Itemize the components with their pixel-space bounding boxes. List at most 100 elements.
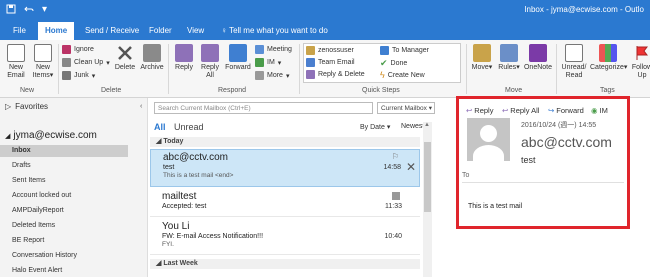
ignore-icon bbox=[62, 45, 71, 54]
filter-all[interactable]: All bbox=[154, 122, 166, 132]
delete-button[interactable]: Delete bbox=[113, 44, 137, 72]
sort-by-dropdown[interactable]: By Date ▾ bbox=[360, 123, 390, 131]
to-manager-icon bbox=[380, 46, 389, 55]
categorize-button[interactable]: Categorize▾ bbox=[590, 44, 627, 72]
group-label-delete: Delete bbox=[101, 87, 122, 94]
im-icon bbox=[255, 58, 264, 67]
onenote-icon bbox=[529, 44, 547, 62]
quick-step-team-email[interactable]: Team Email bbox=[306, 58, 355, 67]
group-label-quick-steps: Quick Steps bbox=[362, 87, 400, 94]
rules-button[interactable]: Rules▾ bbox=[497, 44, 521, 72]
collapse-pane-icon[interactable]: ‹ bbox=[140, 103, 142, 110]
save-icon[interactable] bbox=[6, 4, 16, 17]
im-button[interactable]: IM ▾ bbox=[255, 58, 281, 67]
quick-step-zenossuser[interactable]: zenossuser bbox=[306, 46, 354, 55]
reply-icon bbox=[175, 44, 193, 62]
message-subject: Accepted: test bbox=[162, 203, 207, 210]
collapse-arrow-icon: ◢ bbox=[5, 133, 11, 140]
group-separator bbox=[58, 44, 59, 94]
quick-step-create-new[interactable]: ϟ Create New bbox=[380, 70, 425, 80]
group-header-last-week[interactable]: ◢ Last Week bbox=[150, 259, 420, 269]
message-row[interactable]: abc@cctv.com test This is a test mail <e… bbox=[150, 149, 420, 187]
message-list-scrollbar[interactable]: ▲ bbox=[423, 122, 432, 277]
envelope-icon bbox=[7, 44, 25, 62]
group-separator bbox=[168, 44, 169, 94]
tab-home[interactable]: Home bbox=[38, 22, 75, 40]
follow-up-button[interactable]: Follow Up bbox=[627, 44, 650, 80]
tab-file[interactable]: File bbox=[6, 22, 33, 40]
message-row[interactable]: mailtest Accepted: test 11:33 bbox=[150, 189, 420, 217]
quick-steps-gallery: zenossuser Team Email Reply & Delete To … bbox=[303, 43, 461, 83]
ignore-button[interactable]: Ignore bbox=[62, 45, 94, 54]
tell-me-text: Tell me what you want to do bbox=[229, 26, 328, 35]
tab-view[interactable]: View bbox=[180, 22, 211, 40]
folder-inbox[interactable]: Inbox bbox=[0, 145, 128, 157]
folder-icon bbox=[306, 46, 315, 55]
junk-button[interactable]: Junk ▾ bbox=[62, 71, 95, 80]
quick-step-to-manager[interactable]: To Manager bbox=[380, 46, 429, 55]
lightbulb-icon: ♀ bbox=[221, 26, 227, 35]
highlight-box bbox=[456, 96, 630, 229]
archive-button[interactable]: Archive bbox=[139, 44, 165, 72]
tell-me-box[interactable]: ♀ Tell me what you want to do bbox=[214, 22, 335, 40]
qat-dropdown-icon[interactable]: ▾ bbox=[42, 4, 47, 17]
tab-folder[interactable]: Folder bbox=[142, 22, 179, 40]
message-subject: test bbox=[163, 164, 175, 171]
meeting-icon bbox=[255, 45, 264, 54]
undo-icon[interactable] bbox=[24, 4, 34, 17]
search-input[interactable]: Search Current Mailbox (Ctrl+E) bbox=[154, 102, 373, 114]
categorize-icon bbox=[599, 44, 617, 62]
account-header[interactable]: ◢ jyma@ecwise.com bbox=[5, 130, 97, 141]
folder-drafts[interactable]: Drafts bbox=[12, 162, 31, 169]
search-scope-dropdown[interactable]: Current Mailbox ▾ bbox=[377, 102, 435, 114]
ribbon-tabs: File Home Send / Receive Folder View ♀ T… bbox=[0, 22, 650, 40]
reply-all-icon bbox=[201, 44, 219, 62]
junk-icon bbox=[62, 71, 71, 80]
more-button[interactable]: More ▾ bbox=[255, 71, 289, 80]
cleanup-button[interactable]: Clean Up ▾ bbox=[62, 58, 110, 67]
filter-unread[interactable]: Unread bbox=[174, 122, 204, 132]
message-preview: This is a test mail <end> bbox=[163, 172, 234, 179]
onenote-button[interactable]: OneNote bbox=[523, 44, 553, 72]
folder-account-locked-out[interactable]: Account locked out bbox=[12, 192, 71, 199]
folder-conversation-history[interactable]: Conversation History bbox=[12, 252, 77, 259]
reply-button[interactable]: Reply bbox=[172, 44, 196, 72]
reply-delete-icon bbox=[306, 70, 315, 79]
message-time: 10:40 bbox=[384, 233, 402, 240]
meeting-button[interactable]: Meeting bbox=[255, 45, 292, 54]
unread-envelope-icon bbox=[565, 44, 583, 62]
forward-button[interactable]: Forward bbox=[224, 44, 252, 72]
move-button[interactable]: Move▾ bbox=[470, 44, 494, 72]
calendar-icon bbox=[392, 192, 400, 200]
reply-all-button[interactable]: Reply All bbox=[198, 44, 222, 80]
flag-outline-icon[interactable]: ⚐ bbox=[392, 152, 399, 161]
group-label-move: Move bbox=[505, 87, 523, 94]
message-row[interactable]: You Li FW: E-mail Access Notification!!!… bbox=[150, 219, 420, 255]
folder-be-report[interactable]: BE Report bbox=[12, 237, 44, 244]
scroll-up-icon[interactable]: ▲ bbox=[424, 122, 430, 128]
title-bar: ▾ Inbox - jyma@ecwise.com - Outlo bbox=[0, 0, 650, 22]
quick-access-toolbar: ▾ bbox=[6, 4, 47, 17]
expand-arrow-icon: ▷ bbox=[5, 102, 12, 111]
favorites-header[interactable]: ▷ Favorites bbox=[5, 102, 48, 111]
archive-box-icon bbox=[143, 44, 161, 62]
lightning-icon: ϟ bbox=[380, 70, 385, 80]
folder-halo-event-alert[interactable]: Halo Event Alert bbox=[12, 267, 62, 274]
message-sender: mailtest bbox=[162, 191, 197, 202]
delete-message-icon[interactable]: ✕ bbox=[406, 160, 416, 174]
unread-read-button[interactable]: Unread/ Read bbox=[560, 44, 588, 80]
new-items-button[interactable]: New Items▾ bbox=[31, 44, 55, 80]
quick-step-done[interactable]: ✔ Done bbox=[380, 58, 407, 69]
group-label-tags: Tags bbox=[600, 87, 615, 94]
quick-step-reply-delete[interactable]: Reply & Delete bbox=[306, 70, 365, 79]
new-email-button[interactable]: New Email bbox=[4, 44, 28, 80]
folder-deleted-items[interactable]: Deleted Items bbox=[12, 222, 55, 229]
group-header-today[interactable]: ◢ Today bbox=[150, 137, 420, 147]
folder-sent-items[interactable]: Sent Items bbox=[12, 177, 45, 184]
group-label-new: New bbox=[20, 87, 35, 94]
tab-send-receive[interactable]: Send / Receive bbox=[78, 22, 146, 40]
scrollbar-thumb[interactable] bbox=[424, 142, 431, 212]
folder-ampdailyreport[interactable]: AMPDailyReport bbox=[12, 207, 64, 214]
forward-icon bbox=[229, 44, 247, 62]
new-items-icon bbox=[34, 44, 52, 62]
